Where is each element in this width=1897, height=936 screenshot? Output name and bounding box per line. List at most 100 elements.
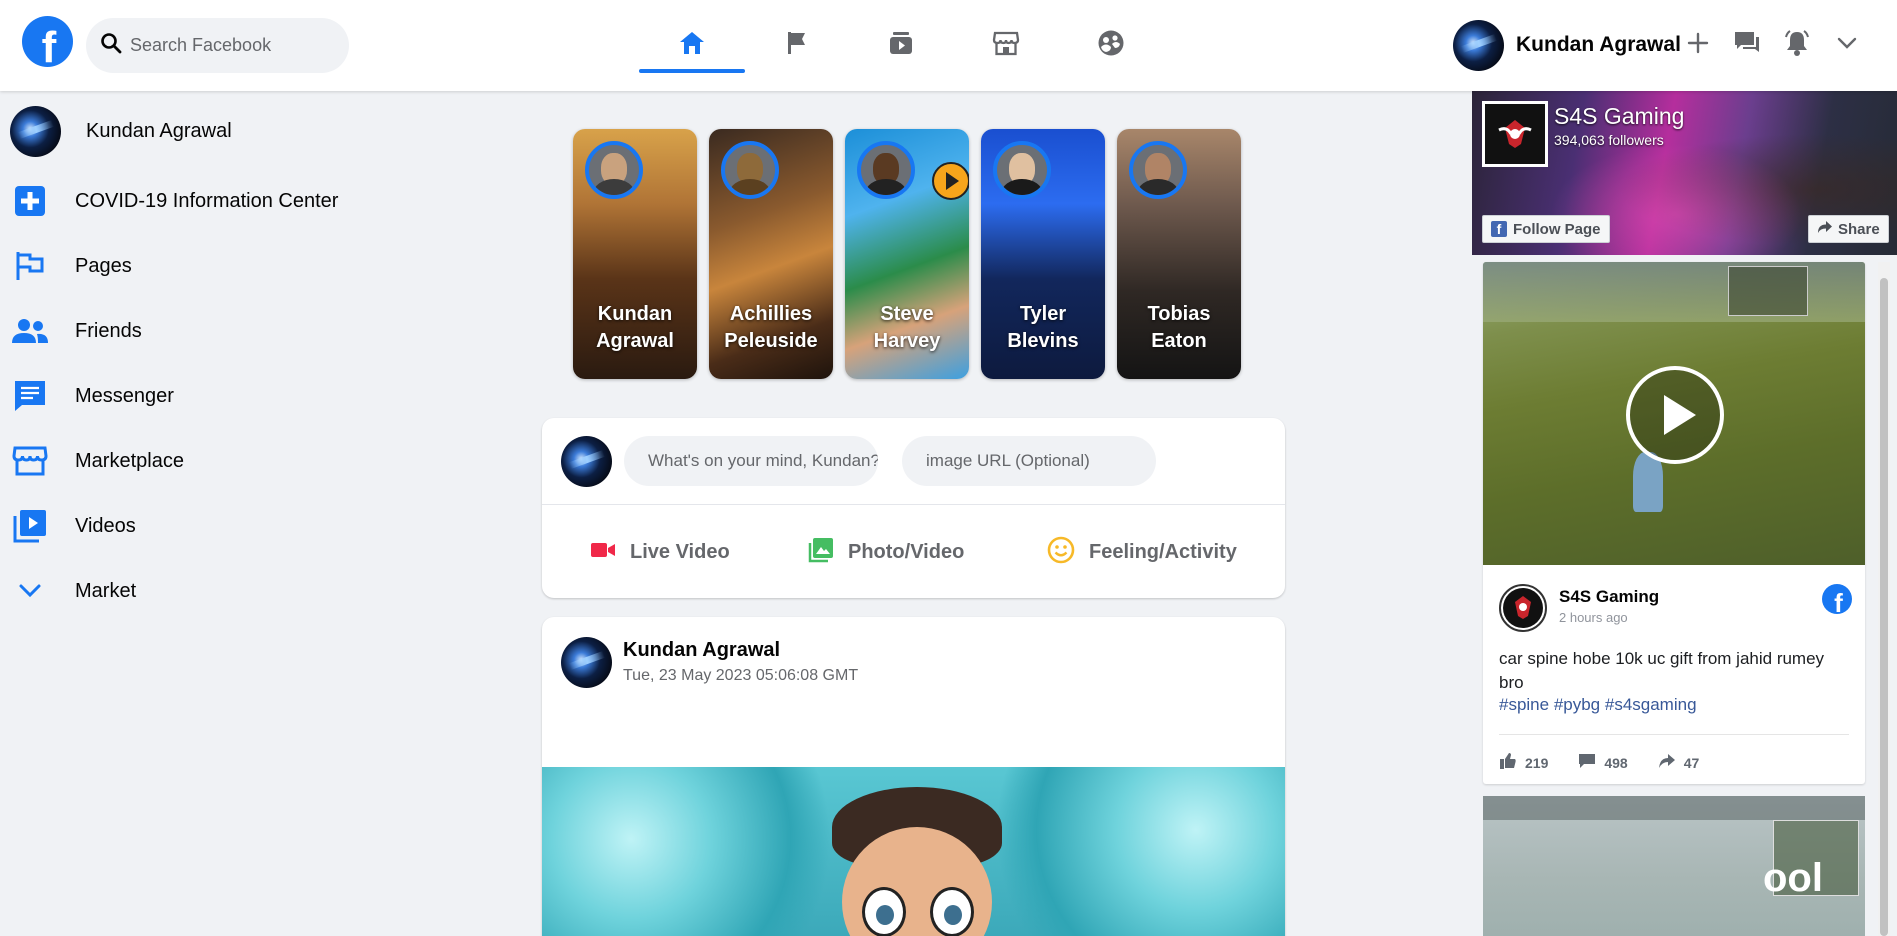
groups-icon bbox=[1097, 29, 1125, 62]
action-label: Feeling/Activity bbox=[1089, 540, 1237, 563]
sidebar-item-label: COVID-19 Information Center bbox=[75, 189, 339, 212]
sidebar-item-label: Messenger bbox=[75, 384, 174, 407]
chevron-down-icon bbox=[1836, 36, 1858, 55]
page-name[interactable]: S4S Gaming bbox=[1554, 103, 1684, 130]
svg-text:f: f bbox=[1834, 588, 1843, 615]
comment-count: 498 bbox=[1604, 754, 1628, 771]
feeling-activity-button[interactable]: Feeling/Activity bbox=[1047, 532, 1237, 572]
follow-label: Follow Page bbox=[1513, 220, 1601, 238]
post-timestamp: Tue, 23 May 2023 05:06:08 GMT bbox=[623, 667, 859, 684]
tab-groups[interactable] bbox=[1058, 0, 1164, 91]
avatar bbox=[1453, 19, 1504, 71]
story-avatar bbox=[585, 141, 643, 199]
search-input[interactable] bbox=[130, 35, 330, 56]
next-video-thumbnail[interactable]: ool bbox=[1483, 796, 1865, 936]
marketplace-icon bbox=[10, 445, 50, 477]
sidebar-item-label: Marketplace bbox=[75, 449, 184, 472]
post-author[interactable]: Kundan Agrawal bbox=[623, 639, 780, 662]
page-post-text: car spine hobe 10k uc gift from jahid ru… bbox=[1499, 649, 1825, 692]
sidebar-item-marketplace[interactable]: Marketplace bbox=[10, 433, 184, 489]
tab-pages[interactable] bbox=[744, 0, 850, 91]
marketplace-icon bbox=[992, 30, 1020, 61]
account-menu-button[interactable] bbox=[1832, 20, 1862, 70]
share-count: 47 bbox=[1683, 754, 1700, 771]
page-post-hashtags[interactable]: #spine #pybg #s4sgaming bbox=[1499, 695, 1697, 715]
story-card[interactable]: Achillies Peleuside bbox=[709, 129, 833, 379]
share-page-button[interactable]: Share bbox=[1808, 215, 1889, 243]
messenger-button[interactable] bbox=[1732, 20, 1762, 70]
avatar bbox=[561, 436, 612, 487]
search-box[interactable] bbox=[86, 18, 349, 73]
create-button[interactable] bbox=[1683, 20, 1713, 70]
tab-watch[interactable] bbox=[848, 0, 954, 91]
photo-icon bbox=[808, 537, 834, 568]
share-icon[interactable] bbox=[1658, 753, 1676, 772]
scrollbar-thumb[interactable] bbox=[1880, 278, 1888, 936]
tab-home[interactable] bbox=[639, 0, 745, 91]
story-name: Kundan Agrawal bbox=[596, 303, 674, 352]
divider bbox=[1499, 734, 1849, 735]
story-card[interactable]: Steve Harvey bbox=[845, 129, 969, 379]
post-image[interactable] bbox=[542, 767, 1285, 936]
video-thumbnail[interactable] bbox=[1483, 262, 1865, 565]
page-plugin-banner[interactable]: S4S Gaming 394,063 followers f Follow Pa… bbox=[1472, 91, 1897, 255]
home-icon bbox=[678, 30, 706, 61]
sidebar-item-friends[interactable]: Friends bbox=[10, 303, 142, 359]
chevron-down-icon bbox=[10, 583, 50, 599]
sidebar-item-label: Kundan Agrawal bbox=[86, 119, 232, 142]
story-name: Tobias Eaton bbox=[1147, 303, 1211, 352]
sidebar-item-label: Pages bbox=[75, 254, 132, 277]
follow-page-button[interactable]: f Follow Page bbox=[1482, 215, 1610, 243]
messenger-icon bbox=[10, 379, 50, 413]
story-card[interactable]: Tobias Eaton bbox=[1117, 129, 1241, 379]
story-name: Steve Harvey bbox=[873, 303, 941, 352]
sidebar-item-profile[interactable]: Kundan Agrawal bbox=[10, 103, 232, 159]
action-label: Photo/Video bbox=[848, 540, 965, 563]
page-post-time[interactable]: 2 hours ago bbox=[1559, 610, 1628, 625]
top-navbar: f Kundan Agrawal bbox=[0, 0, 1897, 91]
video-icon bbox=[10, 508, 50, 544]
avatar bbox=[10, 105, 61, 157]
photo-video-button[interactable]: Photo/Video bbox=[808, 532, 964, 572]
video-camera-icon bbox=[590, 540, 616, 565]
flag-icon bbox=[10, 249, 50, 283]
sidebar-item-market[interactable]: Market bbox=[10, 563, 136, 619]
like-icon[interactable] bbox=[1499, 752, 1517, 773]
share-label: Share bbox=[1838, 220, 1880, 238]
friends-icon bbox=[10, 316, 50, 346]
action-label: Live Video bbox=[630, 540, 730, 563]
tab-marketplace[interactable] bbox=[953, 0, 1059, 91]
sidebar-item-label: Videos bbox=[75, 514, 136, 537]
facebook-logo-icon[interactable]: f bbox=[22, 16, 73, 67]
comment-icon[interactable] bbox=[1578, 753, 1596, 772]
smiley-icon bbox=[1047, 536, 1075, 569]
live-video-button[interactable]: Live Video bbox=[590, 532, 730, 572]
story-name: Tyler Blevins bbox=[1007, 303, 1079, 352]
page-avatar[interactable] bbox=[1499, 584, 1547, 632]
avatar[interactable] bbox=[561, 637, 612, 688]
sidebar-item-label: Friends bbox=[75, 319, 142, 342]
sidebar-item-messenger[interactable]: Messenger bbox=[10, 368, 174, 424]
sidebar-item-videos[interactable]: Videos bbox=[10, 498, 136, 554]
status-input[interactable] bbox=[624, 436, 878, 486]
story-avatar bbox=[993, 141, 1051, 199]
notifications-button[interactable] bbox=[1782, 20, 1812, 70]
watch-icon bbox=[887, 30, 915, 61]
sidebar-item-covid[interactable]: COVID-19 Information Center bbox=[10, 173, 338, 229]
covid-plus-icon bbox=[10, 184, 50, 218]
header-profile[interactable]: Kundan Agrawal bbox=[1453, 19, 1681, 71]
facebook-logo-icon[interactable]: f bbox=[1821, 583, 1853, 620]
flag-icon bbox=[785, 30, 809, 61]
image-url-input[interactable] bbox=[902, 436, 1156, 486]
search-icon bbox=[100, 32, 122, 59]
sidebar-item-pages[interactable]: Pages bbox=[10, 238, 132, 294]
story-avatar bbox=[857, 141, 915, 199]
play-icon bbox=[931, 161, 969, 206]
story-name: Achillies Peleuside bbox=[724, 303, 818, 352]
story-card[interactable]: Kundan Agrawal bbox=[573, 129, 697, 379]
page-post-name[interactable]: S4S Gaming bbox=[1559, 587, 1659, 607]
story-card[interactable]: Tyler Blevins bbox=[981, 129, 1105, 379]
chat-icon bbox=[1733, 30, 1761, 61]
bell-icon bbox=[1783, 29, 1811, 62]
play-icon[interactable] bbox=[1624, 364, 1726, 471]
